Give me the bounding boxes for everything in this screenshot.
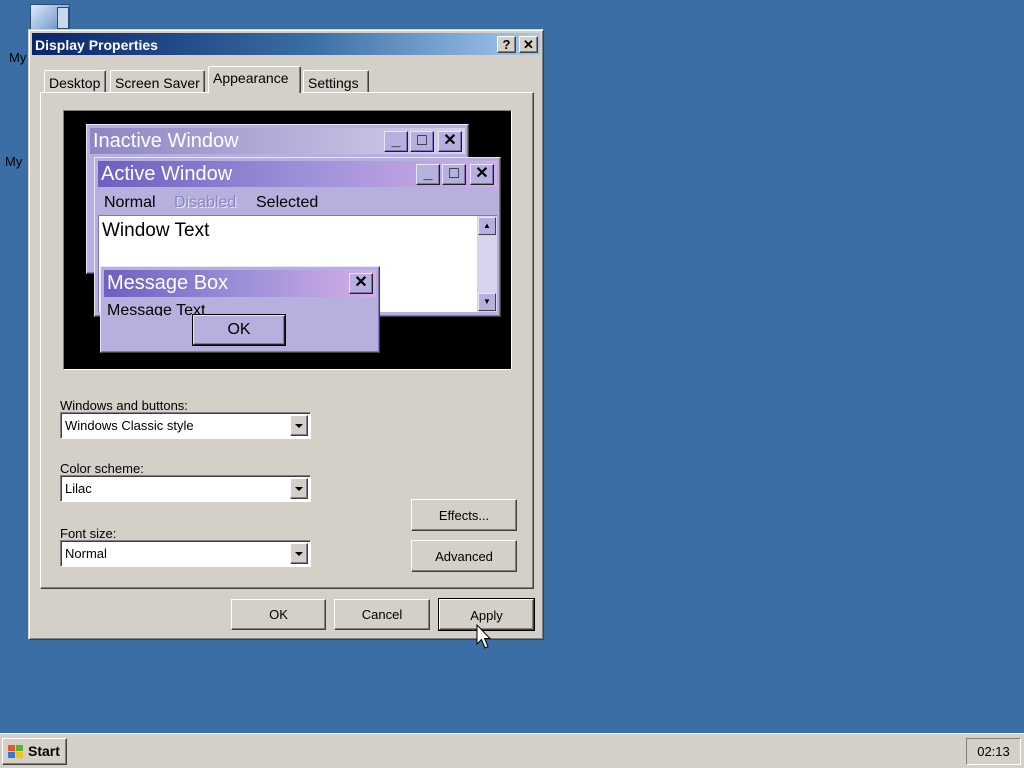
preview-active-title: Active Window [101,163,233,185]
preview-message-text: Message Text [107,302,206,316]
taskbar: Start 02:13 [0,733,1024,768]
tab-screen-saver[interactable]: Screen Saver [110,70,205,93]
ok-button[interactable]: OK [231,599,326,630]
advanced-button[interactable]: Advanced [411,540,517,572]
preview-ok-label: OK [227,321,251,338]
tab-settings[interactable]: Settings [303,70,369,93]
font-size-label: Font size: [60,526,117,541]
start-button[interactable]: Start [2,738,67,765]
advanced-button-label: Advanced [435,549,493,564]
start-label: Start [28,743,60,759]
chevron-down-icon[interactable] [290,478,308,499]
desktop-icon-label: My [5,154,23,169]
preview-menu-disabled: Disabled [174,194,237,211]
tab-appearance[interactable]: Appearance [208,66,301,93]
preview-inactive-titlebar: Inactive Window _ □ ✕ [90,128,465,154]
color-scheme-select[interactable]: Lilac [60,475,311,502]
dialog-title: Display Properties [35,37,158,53]
help-button[interactable]: ? [497,36,516,53]
preview-ok-button: OK [192,314,286,346]
desktop-icon-my-network[interactable]: My [0,150,30,174]
preview-menu-normal: Normal [104,194,156,211]
effects-button[interactable]: Effects... [411,499,517,531]
clock-text: 02:13 [977,744,1010,759]
color-scheme-label: Color scheme: [60,461,144,476]
tab-desktop[interactable]: Desktop [44,70,106,93]
windows-and-buttons-label: Windows and buttons: [60,398,188,413]
color-scheme-value: Lilac [65,481,92,496]
desktop-icon-label: My [9,50,27,65]
preview-menu-selected: Selected [256,194,319,211]
maximize-icon: □ [410,131,434,152]
preview-message-title: Message Box [107,272,229,294]
tab-label: Desktop [49,75,101,91]
cancel-button[interactable]: Cancel [334,599,430,630]
preview-window-text: Window Text [102,220,210,241]
chevron-down-icon[interactable] [290,415,308,436]
tab-label: Appearance [213,70,289,86]
tab-label: Screen Saver [115,75,200,91]
minimize-icon: _ [384,131,408,152]
close-icon: ✕ [470,164,494,185]
mouse-pointer-icon [476,624,492,649]
maximize-icon: □ [442,164,466,185]
scroll-down-icon: ▼ [478,293,496,311]
computer-icon [30,4,70,30]
minimize-icon: _ [416,164,440,185]
font-size-select[interactable]: Normal [60,540,311,567]
effects-button-label: Effects... [438,508,490,523]
windows-and-buttons-value: Windows Classic style [65,418,194,433]
display-properties-dialog: Display Properties ? ✕ Desktop Screen Sa… [28,29,544,640]
preview-active-titlebar: Active Window _ □ ✕ [98,161,497,187]
preview-scrollbar: ▲ ▼ [477,216,497,312]
system-tray-clock[interactable]: 02:13 [966,738,1021,765]
scroll-up-icon: ▲ [478,217,496,235]
close-icon: ✕ [349,273,373,294]
chevron-down-icon[interactable] [290,543,308,564]
tab-label: Settings [308,75,359,91]
windows-logo-icon [8,745,24,759]
appearance-tab-panel: Inactive Window _ □ ✕ Active Window _ □ … [40,92,534,589]
close-button[interactable]: ✕ [519,36,538,53]
close-icon: ✕ [523,37,534,52]
apply-button-label: Apply [470,608,503,623]
close-icon: ✕ [438,131,462,152]
dialog-titlebar[interactable]: Display Properties ? ✕ [32,33,540,55]
ok-button-label: OK [269,607,288,622]
preview-inactive-title: Inactive Window [93,130,239,152]
appearance-preview: Inactive Window _ □ ✕ Active Window _ □ … [63,110,512,370]
preview-message-box: Message Box ✕ Message Text OK [100,266,380,353]
font-size-value: Normal [65,546,107,561]
preview-message-titlebar: Message Box ✕ [104,270,376,297]
windows-and-buttons-select[interactable]: Windows Classic style [60,412,311,439]
cancel-button-label: Cancel [361,607,403,622]
help-icon: ? [502,37,511,52]
